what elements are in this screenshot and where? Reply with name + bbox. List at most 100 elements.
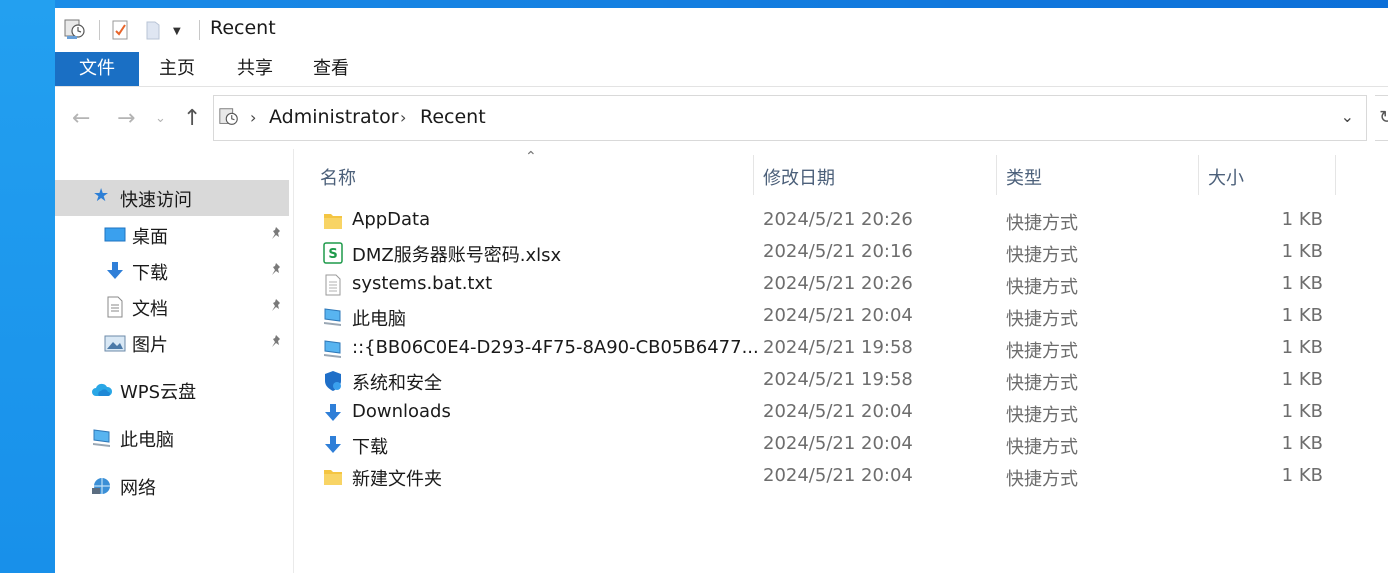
file-date: 2024/5/21 20:04 [763,465,913,486]
tab-view[interactable]: 查看 [301,52,361,86]
file-name: 系统和安全 [352,373,442,394]
address-bar[interactable]: › Administrator › Recent ⌄ [213,95,1367,141]
file-row[interactable]: Downloads 2024/5/21 20:04 快捷方式 1 KB [294,397,1388,429]
customize-quick-access-chevron-down-icon[interactable]: ▼ [173,26,181,37]
file-date: 2024/5/21 20:04 [763,401,913,422]
file-list: ⌃ 名称 修改日期 类型 大小 AppData 2024/5/21 20:26 … [294,149,1388,573]
folder-icon [324,470,342,485]
download-icon [107,262,123,279]
column-header-name[interactable]: 名称 [294,149,754,195]
file-name: ::{BB06C0E4-D293-4F75-8A90-CB05B6477... [352,337,759,358]
file-size: 1 KB [1281,433,1323,454]
up-arrow-icon[interactable]: ↑ [183,106,201,131]
file-name: systems.bat.txt [352,273,493,294]
download-icon [325,436,341,453]
file-type: 快捷方式 [1006,341,1078,362]
column-divider[interactable] [1335,155,1336,195]
document-icon [107,296,123,318]
file-date: 2024/5/21 20:04 [763,305,913,326]
file-type: 快捷方式 [1006,437,1078,458]
file-type: 快捷方式 [1006,277,1078,298]
recent-folder-icon[interactable] [63,17,87,41]
recent-folder-icon [219,108,238,125]
pin-icon[interactable] [269,225,283,243]
file-type: 快捷方式 [1006,245,1078,266]
file-name: 此电脑 [352,309,406,330]
tab-file[interactable]: 文件 [55,52,139,86]
nav-item-pictures[interactable]: 图片 [55,325,289,361]
file-name: Downloads [352,401,451,422]
desktop-background-top [0,0,1388,8]
file-row[interactable]: 系统和安全 2024/5/21 19:58 快捷方式 1 KB [294,365,1388,397]
column-header-type[interactable]: 类型 [997,149,1198,195]
breadcrumb-chevron-right-icon[interactable]: › [400,108,406,127]
file-size: 1 KB [1281,241,1323,262]
nav-item-wps-cloud[interactable]: WPS云盘 [55,372,289,408]
file-size: 1 KB [1281,369,1323,390]
computer-icon [324,340,341,358]
cloud-icon [92,383,113,396]
nav-item-downloads[interactable]: 下载 [55,253,289,289]
nav-item-this-pc[interactable]: 此电脑 [55,420,289,456]
back-arrow-icon[interactable]: ← [72,106,90,131]
file-row[interactable]: AppData 2024/5/21 20:26 快捷方式 1 KB [294,205,1388,237]
computer-icon [324,308,341,326]
breadcrumb-recent[interactable]: Recent [420,106,486,128]
file-size: 1 KB [1281,273,1323,294]
file-date: 2024/5/21 19:58 [763,369,913,390]
file-row[interactable]: S DMZ服务器账号密码.xlsx 2024/5/21 20:16 快捷方式 1… [294,237,1388,269]
file-type: 快捷方式 [1006,373,1078,394]
ribbon-tabs: 文件 主页 共享 查看 [55,52,1388,87]
nav-item-network[interactable]: 网络 [55,468,289,504]
svg-text:S: S [328,247,337,262]
file-date: 2024/5/21 20:26 [763,209,913,230]
nav-item-quick-access[interactable]: ★ 快速访问 [55,180,289,216]
navigation-row: ← → ⌄ ↑ › Administrator › Recent ⌄ ↻ [55,87,1388,149]
forward-arrow-icon[interactable]: → [117,106,135,131]
file-name: AppData [352,209,431,230]
file-row[interactable]: ::{BB06C0E4-D293-4F75-8A90-CB05B6477... … [294,333,1388,365]
breadcrumb-chevron-right-icon[interactable]: › [250,108,256,127]
picture-icon [104,335,126,352]
star-icon: ★ [93,185,110,206]
file-name: 下载 [352,437,388,458]
address-history-chevron-down-icon[interactable]: ⌄ [1341,107,1354,126]
refresh-icon[interactable]: ↻ [1375,95,1388,141]
file-row[interactable]: 下载 2024/5/21 20:04 快捷方式 1 KB [294,429,1388,461]
desktop-icon [104,227,126,242]
tab-share[interactable]: 共享 [225,52,285,86]
pin-icon[interactable] [269,333,283,351]
text-file-icon [325,274,341,296]
pin-icon[interactable] [269,261,283,279]
title-bar: ▼ Recent [55,8,1388,52]
recent-locations-chevron-down-icon[interactable]: ⌄ [155,111,166,126]
nav-item-documents[interactable]: 文档 [55,289,289,325]
folder-icon [324,214,342,229]
file-size: 1 KB [1281,465,1323,486]
file-row[interactable]: systems.bat.txt 2024/5/21 20:26 快捷方式 1 K… [294,269,1388,301]
explorer-window: ▼ Recent 文件 主页 共享 查看 ← → ⌄ ↑ › Administr… [55,8,1388,573]
file-type: 快捷方式 [1006,469,1078,490]
file-type: 快捷方式 [1006,213,1078,234]
properties-icon[interactable] [112,20,130,40]
column-header-date[interactable]: 修改日期 [754,149,996,195]
pin-icon[interactable] [269,297,283,315]
file-row[interactable]: 新建文件夹 2024/5/21 20:04 快捷方式 1 KB [294,461,1388,493]
breadcrumb-administrator[interactable]: Administrator [269,106,399,128]
file-row[interactable]: 此电脑 2024/5/21 20:04 快捷方式 1 KB [294,301,1388,333]
window-title: Recent [210,17,276,39]
network-icon [92,478,110,494]
file-size: 1 KB [1281,209,1323,230]
file-name: 新建文件夹 [352,469,442,490]
column-header-size[interactable]: 大小 [1199,149,1335,195]
file-size: 1 KB [1281,401,1323,422]
tab-home[interactable]: 主页 [147,52,207,86]
new-folder-icon[interactable] [145,20,161,40]
download-icon [325,404,341,421]
spreadsheet-icon: S [323,242,343,264]
file-date: 2024/5/21 19:58 [763,337,913,358]
navigation-pane: ★ 快速访问 桌面 下载 文档 图片 WPS云盘 此电脑 网络 [55,149,294,573]
file-date: 2024/5/21 20:26 [763,273,913,294]
nav-item-desktop[interactable]: 桌面 [55,217,289,253]
file-type: 快捷方式 [1006,405,1078,426]
